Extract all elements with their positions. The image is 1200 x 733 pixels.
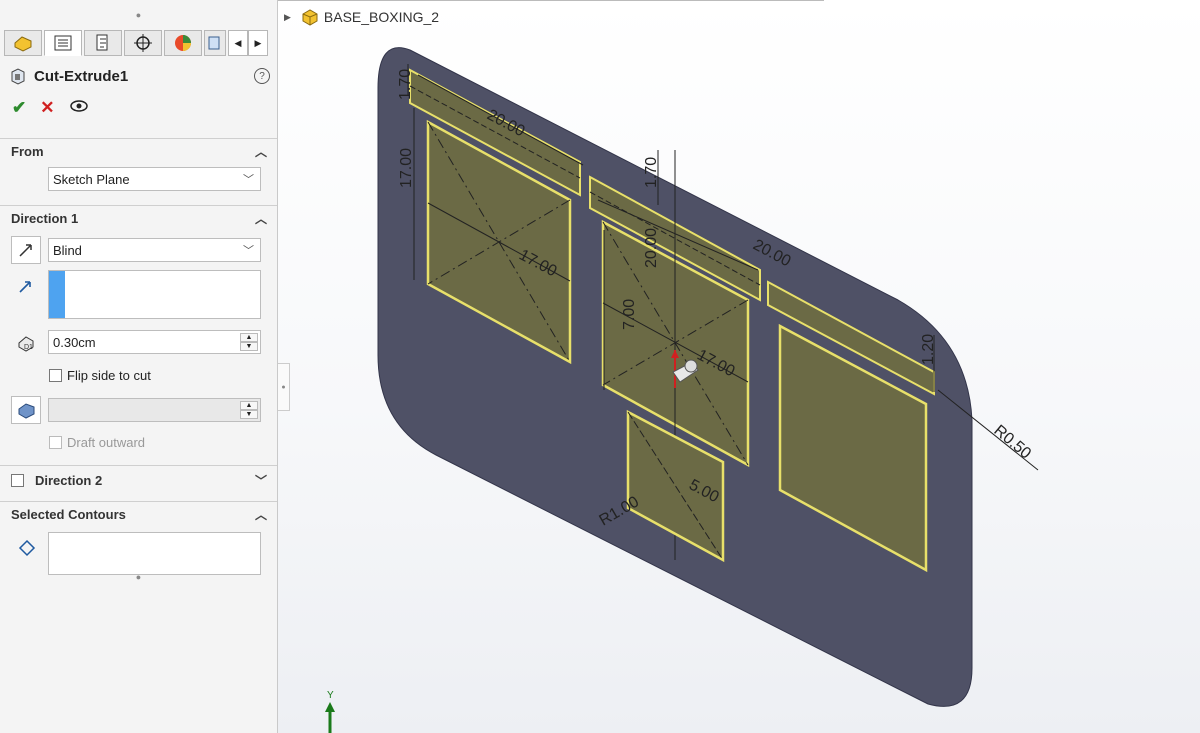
dim-label-7[interactable]: 7.00 (621, 299, 638, 330)
feature-title-row: Cut-Extrude1 ? (10, 64, 270, 88)
chevron-up-icon: ︿ (254, 508, 267, 522)
tab-display-manager[interactable] (164, 30, 202, 56)
feature-manager-icon (14, 36, 32, 52)
contour-icon (18, 539, 36, 560)
tab-more[interactable] (204, 30, 226, 56)
dim-label-9[interactable]: R0.50 (990, 422, 1034, 463)
dim-label-4[interactable]: 1.70 (643, 157, 660, 188)
model-canvas[interactable]: 1.70 20.00 17.00 1.70 17.00 20.00 7.00 1… (278, 0, 1200, 733)
section-direction1-header[interactable]: Direction 1 ︿ (0, 205, 277, 231)
graphics-viewport[interactable]: ▶ BASE_BOXING_2 1.70 20.00 17.00 1.70 17… (278, 0, 1200, 733)
panel-grip[interactable]: ● (0, 2, 277, 28)
manager-tabs: ◀ ▶ (4, 30, 276, 58)
chevron-down-icon: ﹀ (254, 474, 267, 488)
section-direction2-label: Direction 2 (35, 473, 103, 488)
direction2-checkbox[interactable] (11, 474, 24, 487)
flip-side-row[interactable]: Flip side to cut (49, 368, 151, 383)
section-direction2-header[interactable]: Direction 2 ﹀ (0, 465, 277, 495)
cancel-x-icon[interactable]: ✕ (40, 98, 54, 118)
ok-check-icon[interactable]: ✔ (12, 98, 26, 118)
depth-icon: D1 (16, 333, 38, 356)
direction-vector-icon (18, 278, 34, 297)
action-buttons: ✔ ✕ (12, 98, 89, 118)
cut-extrude-icon (11, 68, 25, 85)
chevron-down-icon: ﹀ (243, 245, 254, 257)
reverse-direction-button[interactable] (11, 236, 41, 264)
section-from-label: From (11, 144, 44, 159)
property-manager-icon (54, 35, 72, 51)
dim-label-3[interactable]: 17.00 (398, 148, 415, 188)
chevron-down-icon: ﹀ (243, 174, 254, 186)
display-manager-icon (175, 35, 191, 51)
draft-outward-checkbox[interactable] (49, 436, 62, 449)
depth-value: 0.30cm (53, 334, 96, 350)
from-select[interactable]: Sketch Plane ﹀ (48, 167, 261, 191)
chevron-up-icon: ︿ (254, 212, 267, 226)
end-condition-value: Blind (53, 242, 82, 258)
panel-collapse-handle[interactable]: ● (278, 363, 290, 411)
configuration-manager-icon (96, 34, 108, 51)
tabs-scroll-right[interactable]: ▶ (248, 30, 268, 56)
draft-angle-input[interactable]: ▲ ▼ (48, 398, 261, 422)
coordinate-triad: Y (325, 690, 335, 733)
feature-title: Cut-Extrude1 (34, 67, 129, 85)
preview-eye-icon[interactable] (69, 98, 89, 118)
flip-side-checkbox[interactable] (49, 369, 62, 382)
panel-bottom-grip[interactable]: ● (0, 566, 277, 588)
from-select-value: Sketch Plane (53, 171, 130, 187)
dim-label-1[interactable]: 1.70 (397, 69, 414, 100)
chevron-up-icon: ︿ (254, 145, 267, 159)
depth-input[interactable]: 0.30cm ▲ ▼ (48, 330, 261, 354)
draft-outward-row[interactable]: Draft outward (49, 435, 145, 450)
section-direction1-label: Direction 1 (11, 211, 79, 226)
depth-spinner[interactable]: ▲ ▼ (240, 333, 258, 351)
help-icon[interactable]: ? (254, 68, 270, 84)
tabs-scroll-left[interactable]: ◀ (228, 30, 248, 56)
tab-feature-manager[interactable] (4, 30, 42, 56)
svg-text:D1: D1 (24, 344, 33, 351)
crosshair-icon (134, 34, 152, 52)
reverse-direction-icon (19, 244, 32, 257)
dim-label-11[interactable]: 20.00 (643, 228, 660, 268)
section-selected-contours-header[interactable]: Selected Contours ︿ (0, 501, 277, 527)
property-manager: ● ◀ ▶ Cut-Extrude1 ? ✔ ✕ From ︿ Sketch P… (0, 0, 278, 733)
draft-icon (18, 403, 35, 419)
dim-label-10[interactable]: 1.20 (920, 334, 937, 365)
draft-toggle-button[interactable] (11, 396, 41, 424)
tab-configuration-manager[interactable] (84, 30, 122, 56)
flip-side-label: Flip side to cut (67, 368, 151, 383)
tab-property-manager[interactable] (44, 30, 82, 56)
section-from-header[interactable]: From ︿ (0, 138, 277, 164)
tab-dimxpert-manager[interactable] (124, 30, 162, 56)
direction-selection-box[interactable] (48, 270, 261, 319)
draft-outward-label: Draft outward (67, 435, 146, 450)
triad-y-label: Y (327, 690, 334, 701)
section-selected-contours-label: Selected Contours (11, 507, 126, 522)
selection-focus-bar (49, 271, 65, 318)
part-icon (208, 36, 220, 50)
end-condition-select[interactable]: Blind ﹀ (48, 238, 261, 262)
draft-angle-spinner[interactable]: ▲ ▼ (240, 401, 258, 419)
